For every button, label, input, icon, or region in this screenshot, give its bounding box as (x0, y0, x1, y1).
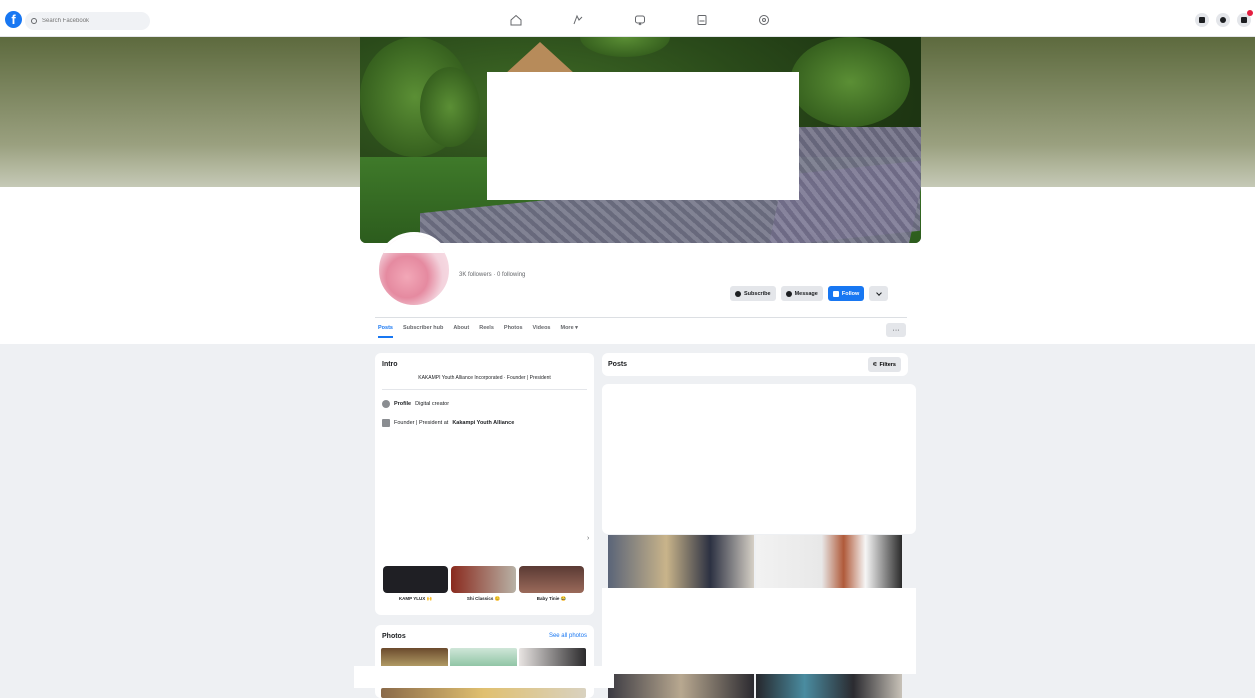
search-box[interactable] (25, 12, 150, 30)
briefcase-icon (382, 419, 390, 427)
posts-header: Posts ⚟ Filters (602, 353, 908, 376)
filters-label: Filters (879, 361, 896, 368)
photo-thumb-3[interactable] (519, 648, 586, 668)
groups-icon[interactable] (690, 13, 714, 27)
intro-work-prefix: Founder | President at (394, 420, 449, 426)
intro-work-row: Founder | President at Kakampi Youth All… (382, 419, 514, 427)
subscribe-icon (735, 290, 741, 297)
intro-profile-value: Digital creator (415, 401, 450, 407)
photo-thumb-1[interactable] (381, 648, 448, 668)
message-button[interactable]: Message (780, 286, 823, 301)
marketplace-icon[interactable] (628, 13, 652, 27)
header-divider (375, 317, 907, 318)
highlight-label-3[interactable]: Baby Tinie 😂 (519, 596, 584, 602)
subscribe-button[interactable]: Subscribe (730, 286, 776, 301)
redacted-region (487, 72, 799, 200)
post-card (602, 384, 916, 534)
menu-grid-icon[interactable] (1195, 13, 1209, 27)
tab-photos[interactable]: Photos (504, 325, 523, 338)
tab-subscriber-hub[interactable]: Subscriber hub (403, 325, 443, 338)
follow-button[interactable]: Follow (827, 286, 865, 301)
notifications-icon[interactable] (1237, 10, 1253, 27)
highlight-thumb-2[interactable] (451, 566, 516, 593)
follow-icon (832, 290, 839, 297)
gaming-icon[interactable] (752, 13, 776, 27)
posts-title: Posts (608, 361, 628, 368)
post-card-body (602, 588, 916, 674)
account-controls (1195, 10, 1253, 27)
intro-title: Intro (382, 361, 398, 368)
see-all-photos-link[interactable]: See all photos (549, 633, 587, 639)
top-navigation-bar: f (0, 0, 1255, 37)
notification-badge (1247, 10, 1253, 16)
tab-videos[interactable]: Videos (533, 325, 551, 338)
search-input[interactable] (42, 18, 137, 24)
photo-thumb-2[interactable] (450, 648, 517, 668)
home-icon[interactable] (504, 13, 528, 27)
messenger-icon[interactable] (1216, 13, 1230, 27)
intro-profile-row: Profile Digital creator (382, 400, 449, 408)
filters-button[interactable]: ⚟ Filters (867, 357, 901, 372)
chevron-right-icon[interactable]: › (587, 535, 589, 542)
intro-profile-label: Profile (394, 401, 412, 407)
profile-tabs: Posts Subscriber hub About Reels Photos … (378, 325, 578, 338)
follower-count[interactable]: 3K followers · 0 following (459, 272, 525, 278)
photo-thumb-row-2[interactable] (381, 688, 586, 698)
intro-work-org[interactable]: Kakampi Youth Alliance (452, 420, 514, 426)
highlight-label-2[interactable]: Shi Classics 😊 (451, 596, 516, 602)
more-options-button[interactable] (869, 286, 889, 301)
post-image-1[interactable] (608, 535, 754, 589)
intro-bio: KAKAMPI Youth Alliance Incorporated · Fo… (418, 375, 551, 381)
filter-icon: ⚟ (872, 361, 878, 368)
intro-divider (382, 389, 587, 390)
post-image-2[interactable] (756, 535, 902, 589)
redacted-strip (354, 666, 614, 688)
profile-actions: Subscribe Message Follow (730, 286, 889, 301)
profile-avatar[interactable] (376, 232, 452, 308)
chevron-down-icon (875, 289, 882, 296)
highlight-thumb-1[interactable] (383, 566, 448, 593)
video-icon[interactable] (566, 13, 590, 27)
post-image-4[interactable] (756, 674, 902, 698)
tab-more[interactable]: More ▾ (560, 325, 577, 338)
search-icon (31, 18, 37, 24)
info-icon (382, 400, 390, 408)
main-nav (504, 13, 814, 27)
tabs-overflow-button[interactable]: ··· (886, 323, 906, 337)
facebook-logo-icon[interactable]: f (5, 11, 22, 28)
messenger-icon (785, 290, 792, 297)
message-label: Message (794, 290, 818, 297)
post-image-3[interactable] (608, 674, 754, 698)
highlight-label-1[interactable]: KAMP YLUX 🙌 (383, 596, 448, 602)
tab-posts[interactable]: Posts (378, 325, 393, 338)
tab-reels[interactable]: Reels (479, 325, 494, 338)
tab-about[interactable]: About (453, 325, 469, 338)
photos-title: Photos (382, 633, 406, 640)
subscribe-label: Subscribe (744, 290, 771, 297)
follow-label: Follow (841, 290, 860, 297)
ellipsis-icon: ··· (892, 326, 900, 334)
highlight-thumb-3[interactable] (519, 566, 584, 593)
